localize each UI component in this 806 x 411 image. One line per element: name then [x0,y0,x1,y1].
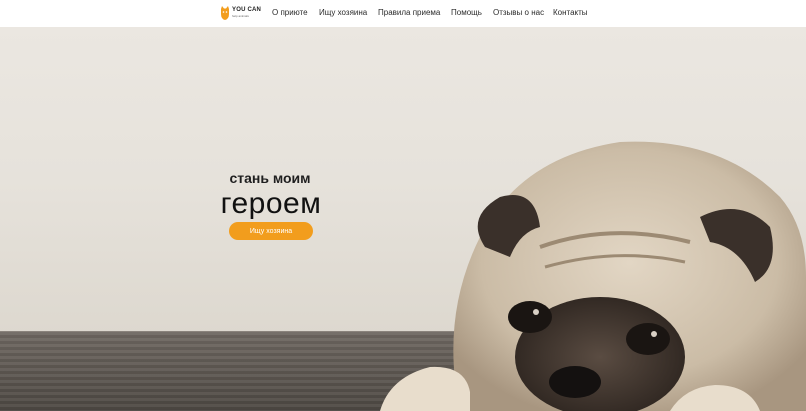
looking-for-owner-button[interactable]: Ищу хозяина [229,222,313,240]
nav-item-reviews[interactable]: Отзывы о нас [493,8,544,17]
logo[interactable]: YOU CAN help animals [219,5,263,22]
nav-item-admission-rules[interactable]: Правила приема [378,8,440,17]
logo-tagline: help animals [232,14,249,18]
top-navigation-bar: YOU CAN help animals О приюте Ищу хозяин… [0,0,806,27]
nav-item-about[interactable]: О приюте [272,8,308,17]
pug-photo [380,141,806,411]
nav-item-contacts[interactable]: Контакты [553,8,588,17]
logo-brand: YOU CAN [232,7,262,13]
nav-item-help[interactable]: Помощь [451,8,482,17]
hero-title: героем [220,187,322,220]
hero-subtitle: стань моим [229,170,311,186]
hero-section: стань моим героем Ищу хозяина [0,27,806,411]
cat-icon [221,6,229,20]
nav-item-looking-for-owner[interactable]: Ищу хозяина [319,8,367,17]
